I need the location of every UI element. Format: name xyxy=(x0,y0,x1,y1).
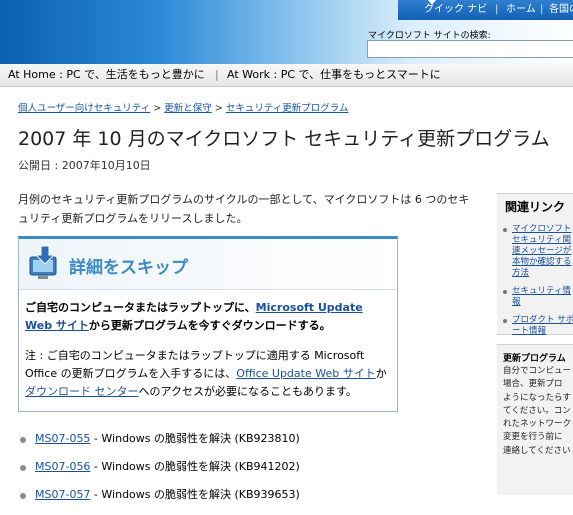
breadcrumb-item-personal-security[interactable]: 個人ユーザー向けセキュリティ xyxy=(18,103,150,114)
skip-main-text-before: ご自宅のコンピュータまたはラップトップに、 xyxy=(25,301,256,314)
breadcrumb-item-security-updates[interactable]: セキュリティ更新プログラム xyxy=(226,103,349,114)
update-program-text: 自分でコンピュー 場合、更新プロ ようになったらす てください。コン れたネット… xyxy=(503,366,572,456)
update-program-panel: 更新プログラム 自分でコンピュー 場合、更新プロ ようになったらす てください。… xyxy=(497,344,573,495)
related-links-title: 関連リンク xyxy=(505,200,566,214)
related-link-verify-messages[interactable]: マイクロソフト セキュリティ関連メッセージが本物か確認する方法 xyxy=(512,224,572,278)
breadcrumb: 個人ユーザー向けセキュリティ > 更新と保守 > セキュリティ更新プログラム xyxy=(18,100,348,114)
home-link[interactable]: ホーム xyxy=(506,0,536,20)
download-center-link[interactable]: ダウンロード センター xyxy=(25,385,139,398)
at-home-link[interactable]: At Home : PC で、生活をもっと豊かに xyxy=(8,64,205,86)
skip-note-mid: か xyxy=(375,367,387,380)
bulletin-link-ms07-056[interactable]: MS07-056 xyxy=(35,460,90,473)
top-navigation: クイック ナビ | ホーム | 各国のサ xyxy=(398,0,573,20)
list-item: プロダクト サポート情報 xyxy=(503,315,573,337)
at-work-link[interactable]: At Work : PC で、仕事をもっとスマートに xyxy=(227,64,441,86)
bulletin-description: - Windows の脆弱性を解決 (KB941202) xyxy=(90,460,300,473)
skip-note-after: へのアクセスが必要になることもあります。 xyxy=(138,385,357,398)
bullet-icon xyxy=(503,290,507,294)
related-link-product-support[interactable]: プロダクト サポート情報 xyxy=(512,315,573,336)
bulletin-link-ms07-057[interactable]: MS07-057 xyxy=(35,488,90,501)
bullet-icon xyxy=(20,493,26,499)
chevron-down-icon xyxy=(428,0,436,5)
skip-main-text: ご自宅のコンピュータまたはラップトップに、Microsoft Update We… xyxy=(25,299,391,335)
nav-divider: | xyxy=(540,4,544,15)
monitor-download-icon xyxy=(27,245,61,285)
related-links-panel: 関連リンク マイクロソフト セキュリティ関連メッセージが本物か確認する方法 セキ… xyxy=(497,193,573,337)
office-update-link[interactable]: Office Update Web サイト xyxy=(236,367,375,380)
related-link-security-info[interactable]: セキュリティ情報 xyxy=(512,286,571,307)
nav-divider: | xyxy=(495,4,499,15)
bullet-icon xyxy=(503,319,507,323)
breadcrumb-item-update-maintenance[interactable]: 更新と保守 xyxy=(164,103,212,114)
skip-box-title: 詳細をスキップ xyxy=(69,258,188,278)
country-link[interactable]: 各国のサ xyxy=(549,0,573,20)
skip-main-text-after: から更新プログラムを今すぐダウンロードする。 xyxy=(88,319,331,332)
breadcrumb-separator: > xyxy=(153,103,162,114)
skip-details-box: 詳細をスキップ ご自宅のコンピュータまたはラップトップに、Microsoft U… xyxy=(18,236,398,412)
search-input[interactable] xyxy=(367,40,573,58)
published-date: 公開日 : 2007年10月10日 xyxy=(18,159,151,172)
update-program-title: 更新プログラム xyxy=(503,354,566,364)
list-item: マイクロソフト セキュリティ関連メッセージが本物か確認する方法 xyxy=(503,224,573,279)
bulletin-description: - Windows の脆弱性を解決 (KB939653) xyxy=(90,488,300,501)
page-title: 2007 年 10 月のマイクロソフト セキュリティ更新プログラム xyxy=(18,128,550,150)
bullet-icon xyxy=(20,465,26,471)
intro-text: 月例のセキュリティ更新プログラムのサイクルの一部として、マイクロソフトは 6 つ… xyxy=(18,193,470,225)
breadcrumb-separator: > xyxy=(214,103,223,114)
bulletin-link-ms07-055[interactable]: MS07-055 xyxy=(35,432,90,445)
list-item: セキュリティ情報 xyxy=(503,286,573,308)
bullet-icon xyxy=(503,228,507,232)
skip-box-header: 詳細をスキップ xyxy=(19,239,397,290)
skip-note-text: 注 : ご自宅のコンピュータまたはラップトップに適用する Microsoft O… xyxy=(25,347,391,401)
tagline-bar: At Home : PC で、生活をもっと豊かに | At Work : PC … xyxy=(0,64,573,87)
tagline-divider: | xyxy=(215,68,219,81)
bullet-icon xyxy=(20,437,26,443)
bulletin-description: - Windows の脆弱性を解決 (KB923810) xyxy=(90,432,300,445)
